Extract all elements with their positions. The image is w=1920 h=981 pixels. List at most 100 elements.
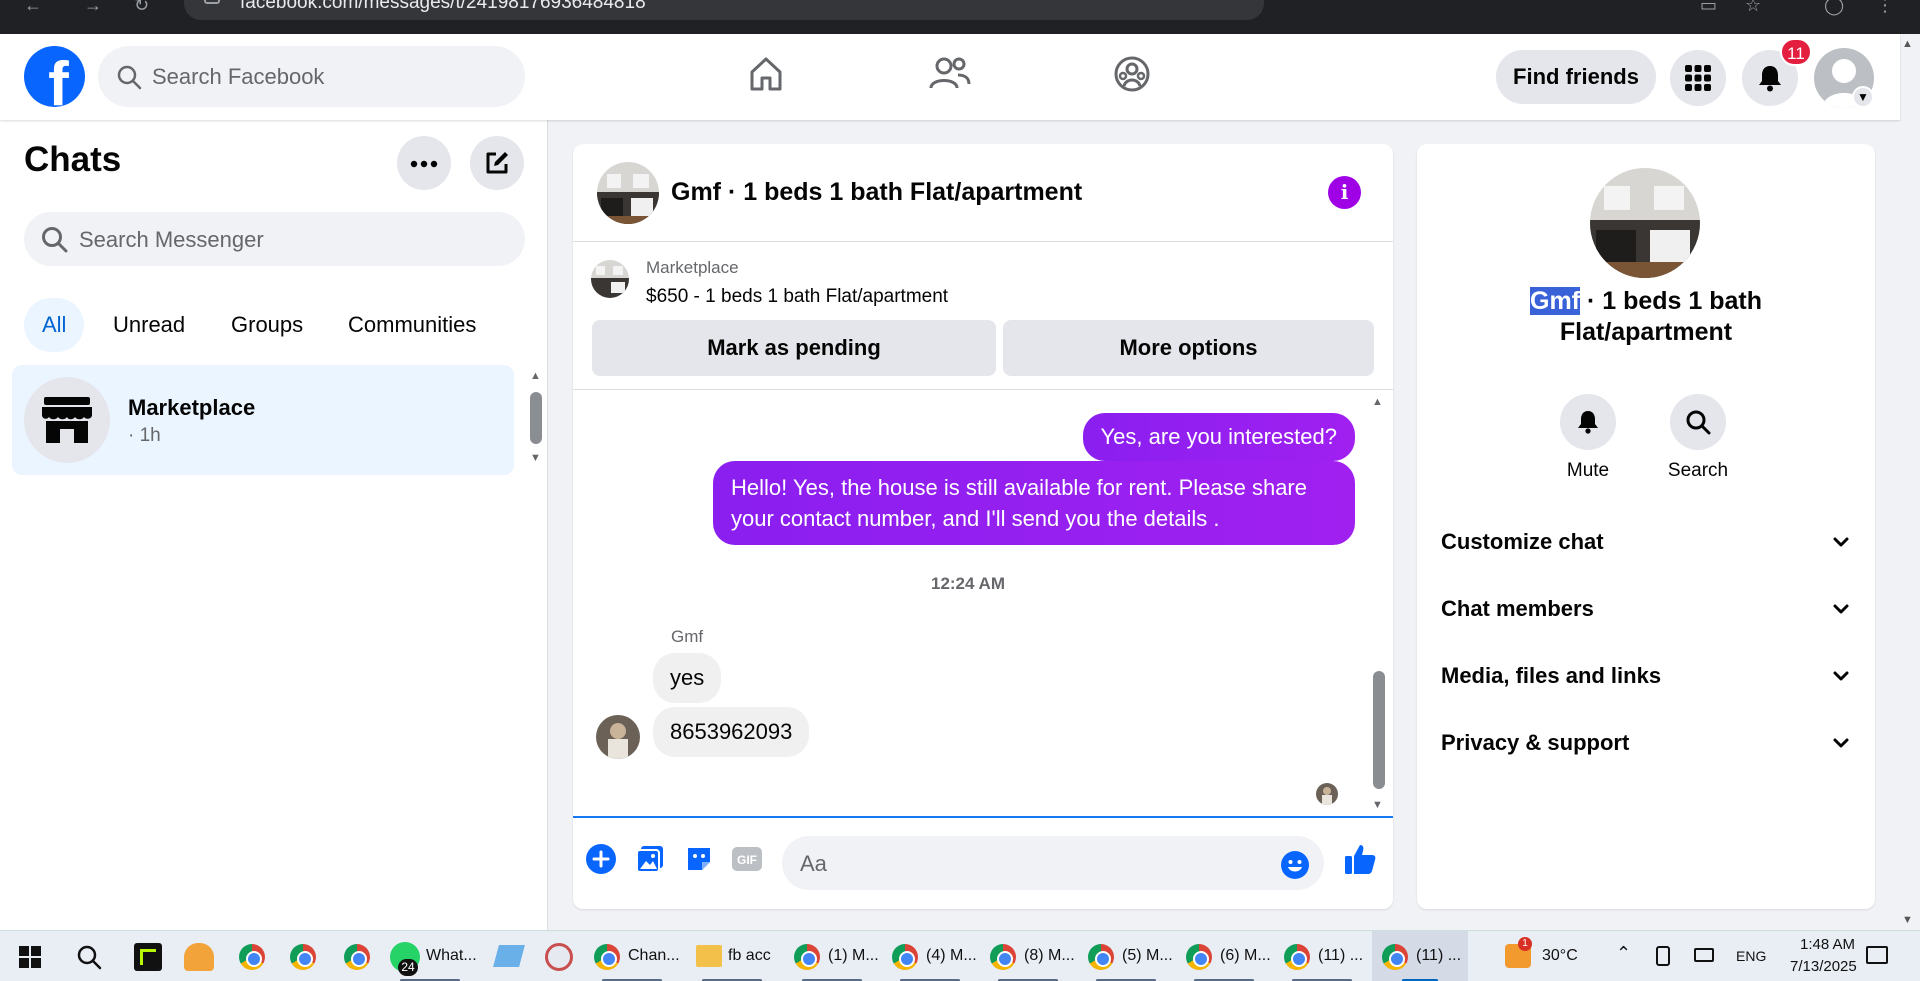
search-circle[interactable] [1670, 394, 1726, 450]
page-scroll-down-arrow[interactable]: ▼ [1902, 914, 1913, 926]
person-photo-icon [1316, 783, 1338, 805]
home-icon[interactable] [746, 54, 786, 94]
facebook-logo[interactable]: f [24, 46, 85, 107]
more-options-button[interactable]: More options [1003, 320, 1374, 376]
taskbar-chrome-window[interactable]: (1) M... [784, 931, 880, 981]
search-in-conversation-button[interactable]: Search [1653, 394, 1743, 482]
notification-center-icon[interactable] [1866, 946, 1888, 964]
chat-members-row[interactable]: Chat members [1441, 589, 1851, 629]
chevron-up-icon[interactable]: ⌃ [1616, 943, 1631, 964]
new-message-button[interactable] [470, 136, 524, 190]
taskbar-chrome-window[interactable]: (6) M... [1176, 931, 1272, 981]
thread-scrollbar[interactable] [1373, 671, 1385, 789]
scroll-up-arrow[interactable]: ▲ [530, 370, 541, 382]
taskbar-whatsapp[interactable]: 24 What... [382, 931, 478, 981]
conversation-panel: Gmf · 1 beds 1 bath Flat/apartment i Mar… [573, 144, 1393, 909]
media-files-links-row[interactable]: Media, files and links [1441, 656, 1851, 696]
battery-icon[interactable] [1694, 948, 1714, 962]
chat-list-item-marketplace[interactable]: Marketplace · 1h [12, 365, 514, 475]
message-line: your contact number, and I'll send you t… [731, 506, 1220, 531]
tab-all[interactable]: All [24, 298, 85, 352]
forward-icon[interactable]: → [84, 0, 102, 14]
taskbar-chrome-window-active[interactable]: (11) ... [1372, 931, 1468, 981]
listing-thumbnail[interactable] [591, 260, 629, 298]
message-line: Hello! Yes, the house is still available… [731, 475, 1307, 500]
facebook-search-input[interactable]: Search Facebook [98, 46, 525, 107]
facebook-header: f Search Facebook Find friends 11 ▼ [0, 34, 1900, 120]
app-icon[interactable] [184, 943, 214, 971]
sender-name: Gmf [671, 627, 704, 646]
mute-label: Mute [1566, 460, 1610, 481]
scroll-down-arrow[interactable]: ▼ [530, 452, 541, 464]
chat-list-scrollbar[interactable] [530, 392, 542, 444]
clock-date[interactable]: 7/13/2025 [1790, 958, 1857, 975]
sender-avatar[interactable] [596, 715, 640, 759]
taskbar-folder-window[interactable]: fb acc [684, 931, 780, 981]
reload-icon[interactable]: ↻ [134, 0, 149, 14]
taskbar-chrome-window[interactable]: (5) M... [1078, 931, 1174, 981]
customize-chat-row[interactable]: Customize chat [1441, 522, 1851, 562]
profile-icon[interactable]: ◯ [1824, 0, 1844, 14]
chrome-icon[interactable] [239, 944, 265, 970]
incoming-message[interactable]: 8653962093 [653, 707, 810, 757]
photo-icon[interactable] [635, 844, 665, 874]
scroll-down-arrow[interactable]: ▼ [1372, 799, 1383, 811]
clock-time[interactable]: 1:48 AM [1800, 936, 1855, 953]
groups-icon[interactable] [1112, 54, 1152, 94]
plus-circle-icon[interactable] [586, 844, 616, 874]
taskbar-chrome-window[interactable]: (4) M... [882, 931, 978, 981]
kitchen-photo-icon [591, 260, 629, 298]
kitchen-photo-icon [1590, 168, 1700, 278]
chrome-icon[interactable] [344, 944, 370, 970]
site-info-icon[interactable] [204, 0, 220, 4]
chrome-icon[interactable] [290, 944, 316, 970]
menu-icon[interactable]: ⋮ [1876, 0, 1894, 14]
page-scroll-up-arrow[interactable]: ▲ [1902, 38, 1913, 50]
tab-groups[interactable]: Groups [213, 298, 321, 352]
find-friends-button[interactable]: Find friends [1496, 50, 1656, 104]
install-icon[interactable]: ▭ [1700, 0, 1717, 14]
row-label: Privacy & support [1441, 730, 1630, 755]
mark-as-pending-button[interactable]: Mark as pending [592, 320, 996, 376]
address-bar[interactable]: facebook.com/messages/t/2419817693648481… [184, 0, 1264, 20]
language-indicator[interactable]: ENG [1736, 948, 1766, 964]
gif-icon[interactable]: GIF [731, 844, 763, 874]
outgoing-message[interactable]: Yes, are you interested? [1082, 413, 1355, 461]
chat-options-button[interactable] [397, 136, 451, 190]
windows-start-icon[interactable] [19, 946, 41, 968]
terminal-app-icon[interactable] [134, 943, 162, 971]
taskbar-search-icon[interactable] [76, 944, 102, 970]
chats-title: Chats [24, 140, 122, 179]
info-icon[interactable]: i [1328, 176, 1361, 209]
mute-circle[interactable] [1560, 394, 1616, 450]
taskbar-chrome-window[interactable]: (11) ... [1274, 931, 1370, 981]
privacy-support-row[interactable]: Privacy & support [1441, 723, 1851, 763]
incoming-message[interactable]: yes [653, 653, 722, 703]
emoji-icon[interactable] [1280, 850, 1310, 880]
tab-communities[interactable]: Communities [330, 298, 494, 352]
app-icon[interactable] [545, 943, 573, 971]
chevron-down-icon[interactable]: ▼ [1852, 86, 1874, 108]
friends-icon[interactable] [928, 54, 972, 94]
search-label: Search [1667, 460, 1729, 481]
temperature[interactable]: 30°C [1542, 947, 1578, 965]
listing-avatar-large[interactable] [1590, 168, 1700, 278]
messenger-search-input[interactable]: Search Messenger [24, 212, 525, 266]
device-icon[interactable] [1656, 946, 1670, 966]
search-icon [42, 227, 68, 253]
menu-grid-button[interactable] [1670, 50, 1726, 106]
taskbar-chrome-window[interactable]: Chan... [584, 931, 680, 981]
scroll-up-arrow[interactable]: ▲ [1372, 396, 1383, 408]
tab-unread[interactable]: Unread [95, 298, 203, 352]
taskbar-chrome-window[interactable]: (8) M... [980, 931, 1076, 981]
url-text: facebook.com/messages/t/2419817693648481… [240, 0, 646, 13]
mute-button[interactable]: Mute [1543, 394, 1633, 482]
app-icon[interactable] [493, 945, 525, 967]
back-icon[interactable]: ← [24, 0, 42, 14]
bookmark-star-icon[interactable]: ☆ [1745, 0, 1761, 14]
listing-avatar[interactable] [597, 162, 659, 224]
outgoing-message[interactable]: Hello! Yes, the house is still available… [713, 461, 1355, 545]
message-input[interactable]: Aa [782, 836, 1324, 890]
thumbs-up-icon[interactable] [1343, 842, 1377, 876]
sticker-icon[interactable] [684, 844, 714, 874]
